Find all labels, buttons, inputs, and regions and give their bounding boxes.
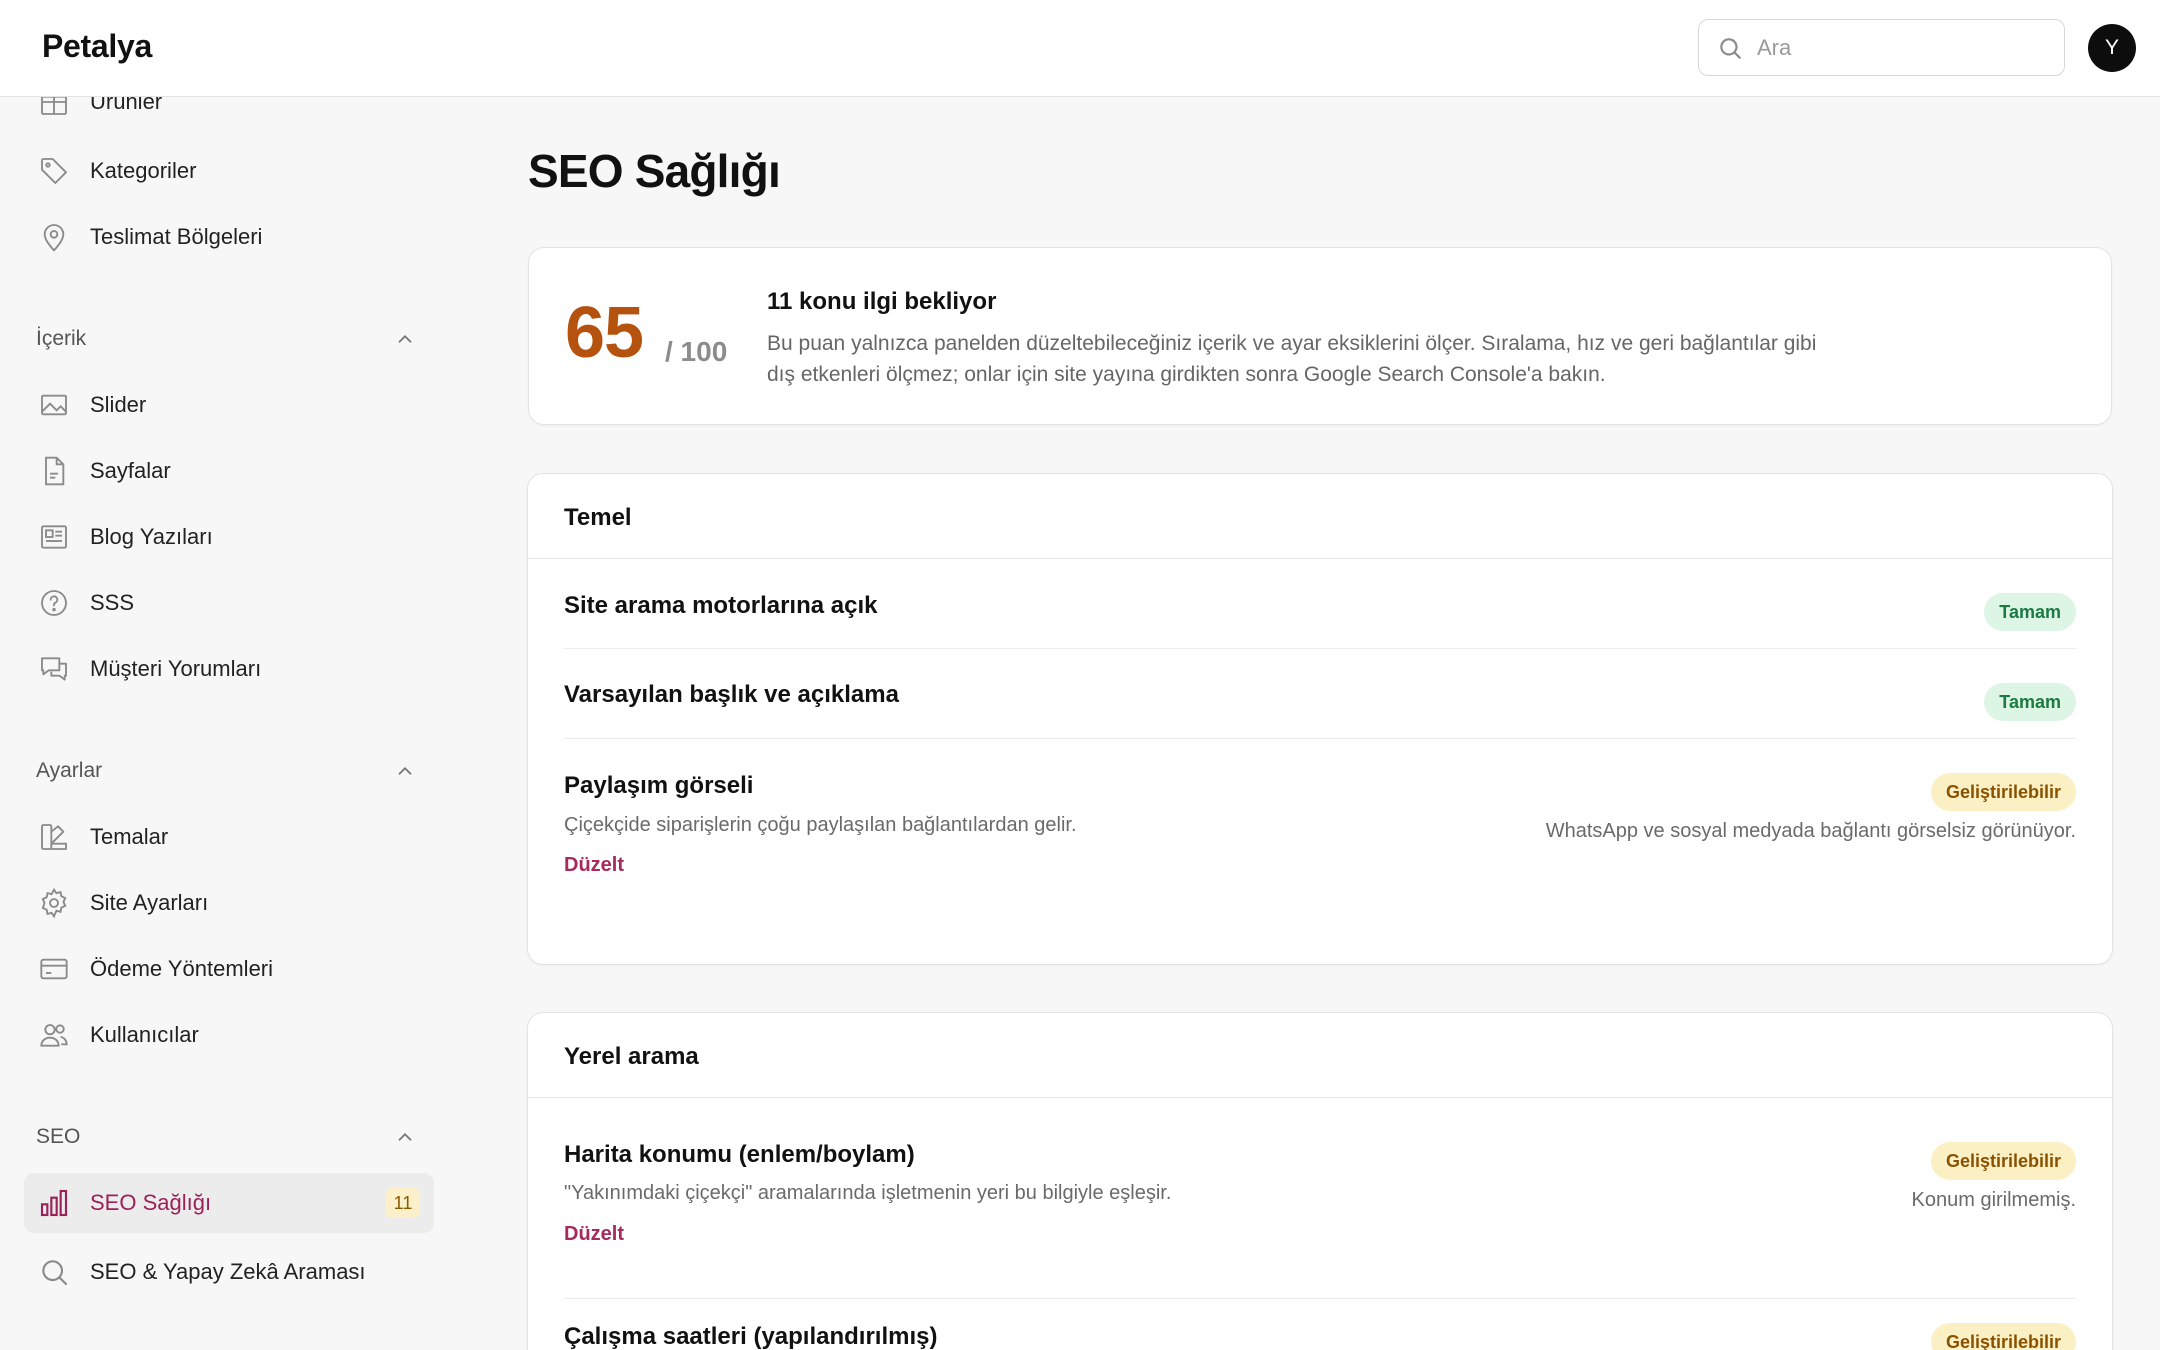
check-title: Site arama motorlarına açık	[564, 592, 878, 619]
tag-icon	[36, 153, 72, 189]
gear-icon	[36, 885, 72, 921]
sidebar: Ürünler Kategoriler Teslimat Bölgeleri İ…	[0, 97, 460, 1350]
score-max: / 100	[665, 336, 728, 367]
score-description: Bu puan yalnızca panelden düzeltebileceğ…	[767, 332, 1817, 386]
check-row: Harita konumu (enlem/boylam) Geliştirile…	[564, 1098, 2076, 1299]
sidebar-item-pages[interactable]: Sayfalar	[24, 441, 434, 501]
sidebar-item-label: Slider	[90, 392, 147, 417]
sidebar-item-reviews[interactable]: Müşteri Yorumları	[24, 639, 434, 699]
sidebar-item-seo-ai-search[interactable]: SEO & Yapay Zekâ Araması	[24, 1242, 434, 1302]
check-row: Çalışma saatleri (yapılandırılmış) Geliş…	[564, 1299, 2076, 1350]
file-icon	[36, 453, 72, 489]
score-value: 65	[565, 293, 644, 373]
box-icon	[36, 97, 72, 120]
section-title: Ayarlar	[36, 759, 103, 782]
group-title: Yerel arama	[564, 1043, 699, 1070]
sidebar-item-delivery-zones[interactable]: Teslimat Bölgeleri	[24, 207, 434, 267]
section-title: İçerik	[36, 327, 87, 350]
status-badge: Geliştirilebilir	[1930, 1142, 2076, 1180]
map-pin-icon	[36, 219, 72, 255]
check-note: Konum girilmemiş.	[1911, 1189, 2076, 1211]
check-group-local-search: Yerel arama Harita konumu (enlem/boylam)…	[527, 1012, 2113, 1350]
sidebar-item-label: Temalar	[90, 824, 169, 849]
sidebar-item-label: Site Ayarları	[90, 890, 209, 915]
sidebar-item-label: Müşteri Yorumları	[90, 656, 262, 681]
chevron-up-icon	[398, 334, 412, 343]
section-header-settings[interactable]: Ayarlar	[36, 754, 416, 788]
help-circle-icon	[36, 585, 72, 621]
check-title: Harita konumu (enlem/boylam)	[564, 1141, 915, 1168]
sidebar-item-blog-posts[interactable]: Blog Yazıları	[24, 507, 434, 567]
bar-chart-icon	[36, 1185, 72, 1221]
check-description: "Yakınımdaki çiçekçi" aramalarında işlet…	[564, 1182, 1172, 1204]
search-icon	[1720, 37, 1741, 59]
score-heading: 11 konu ilgi bekliyor	[767, 288, 997, 315]
status-badge: Tamam	[1984, 593, 2076, 631]
sidebar-item-themes[interactable]: Temalar	[24, 807, 434, 867]
sidebar-item-slider[interactable]: Slider	[24, 375, 434, 435]
avatar[interactable]: Y	[2088, 24, 2136, 72]
users-icon	[36, 1017, 72, 1053]
sidebar-item-label: Teslimat Bölgeleri	[90, 224, 263, 249]
group-title: Temel	[564, 504, 632, 531]
newspaper-icon	[36, 519, 72, 555]
sidebar-item-label: Ürünler	[90, 97, 163, 114]
sidebar-item-label: SSS	[90, 590, 135, 615]
sidebar-item-payment-methods[interactable]: Ödeme Yöntemleri	[24, 939, 434, 999]
sidebar-item-products[interactable]: Ürünler	[24, 97, 434, 132]
search-icon	[36, 1254, 72, 1290]
sidebar-item-label: Ödeme Yöntemleri	[90, 956, 274, 981]
sidebar-item-categories[interactable]: Kategoriler	[24, 141, 434, 201]
sidebar-item-site-settings[interactable]: Site Ayarları	[24, 873, 434, 933]
sidebar-item-label: SEO & Yapay Zekâ Araması	[90, 1259, 366, 1284]
credit-card-icon	[36, 951, 72, 987]
fix-link[interactable]: Düzelt	[564, 1223, 624, 1246]
check-row: Varsayılan başlık ve açıklama Tamam	[564, 649, 2076, 739]
brand-logo[interactable]: Petalya	[42, 28, 152, 65]
sidebar-item-users[interactable]: Kullanıcılar	[24, 1005, 434, 1065]
palette-icon	[36, 819, 72, 855]
chevron-up-icon	[398, 766, 412, 775]
page-title: SEO Sağlığı	[528, 145, 781, 197]
chevron-up-icon	[398, 1132, 412, 1141]
check-title: Varsayılan başlık ve açıklama	[564, 681, 899, 708]
sidebar-item-faq[interactable]: SSS	[24, 573, 434, 633]
check-title: Paylaşım görseli	[564, 772, 754, 799]
check-title: Çalışma saatleri (yapılandırılmış)	[564, 1323, 938, 1350]
sidebar-item-seo-health[interactable]: SEO Sağlığı 11	[24, 1173, 434, 1233]
sidebar-item-label: SEO Sağlığı	[90, 1190, 212, 1215]
sidebar-item-label: Blog Yazıları	[90, 524, 213, 549]
check-row: Paylaşım görseli Geliştirilebilir Çiçekç…	[564, 739, 2076, 919]
fix-link[interactable]: Düzelt	[564, 854, 624, 877]
count-badge: 11	[386, 1188, 420, 1218]
search-box[interactable]	[1698, 19, 2065, 76]
score-card: 65 / 100 11 konu ilgi bekliyor Bu puan y…	[528, 247, 2112, 425]
check-description: Çiçekçide siparişlerin çoğu paylaşılan b…	[564, 814, 1077, 836]
chat-icon	[36, 651, 72, 687]
section-header-seo[interactable]: SEO	[36, 1120, 416, 1154]
check-row: Site arama motorlarına açık Tamam	[564, 559, 2076, 649]
status-badge: Geliştirilebilir	[1930, 773, 2076, 811]
check-group-basic: Temel Site arama motorlarına açık Tamam …	[527, 473, 2113, 965]
status-badge: Tamam	[1984, 683, 2076, 721]
section-header-content[interactable]: İçerik	[36, 322, 416, 356]
image-icon	[36, 387, 72, 423]
status-badge: Geliştirilebilir	[1930, 1323, 2076, 1350]
sidebar-item-label: Sayfalar	[90, 458, 171, 483]
search-input[interactable]	[1757, 34, 2037, 61]
top-bar: Petalya Y	[0, 0, 2160, 97]
section-title: SEO	[36, 1125, 81, 1148]
sidebar-item-label: Kategoriler	[90, 158, 197, 183]
check-note: WhatsApp ve sosyal medyada bağlantı görs…	[1545, 820, 2076, 842]
sidebar-item-label: Kullanıcılar	[90, 1022, 199, 1047]
